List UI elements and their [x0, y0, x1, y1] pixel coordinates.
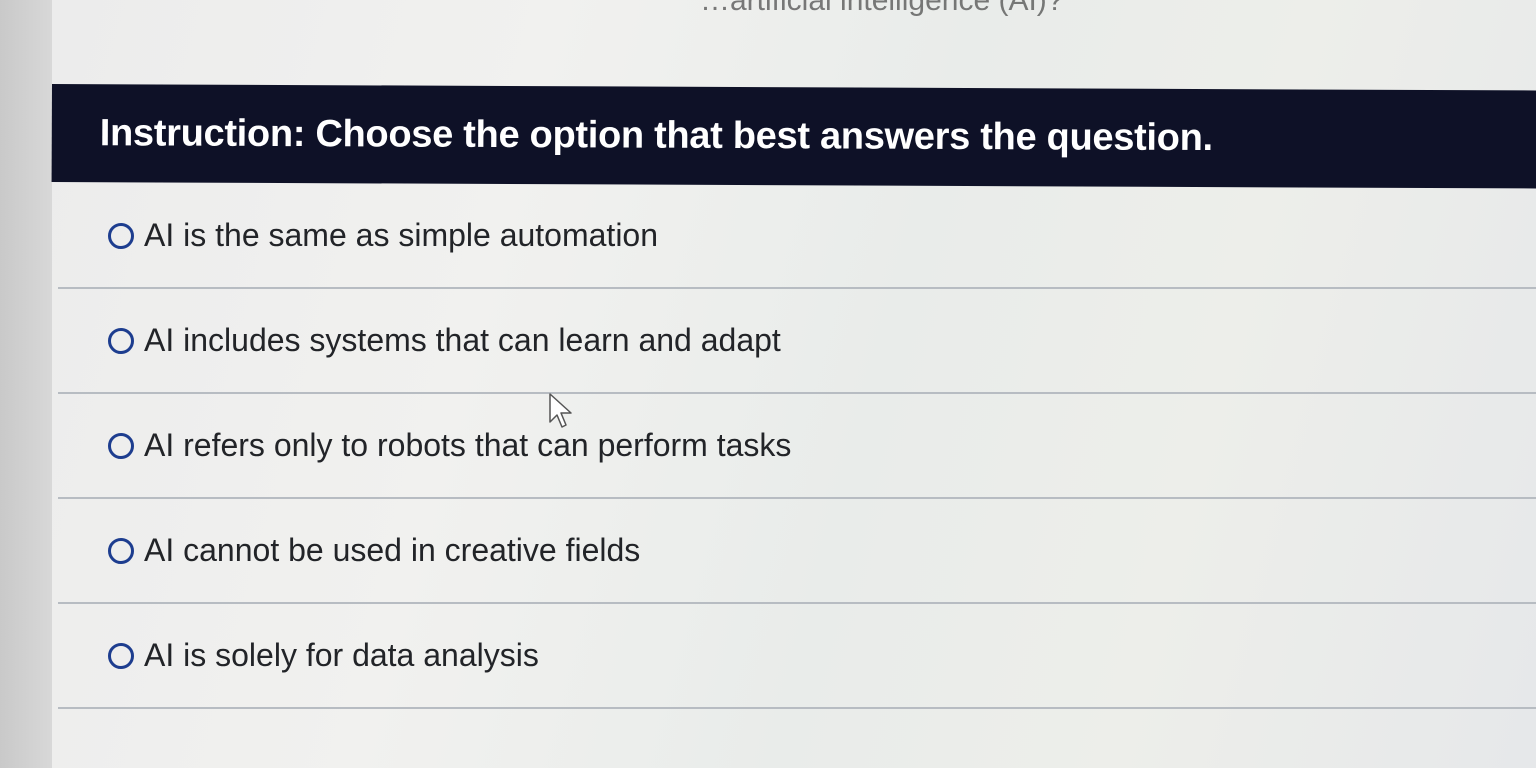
option-1[interactable]: AI is the same as simple automation [58, 184, 1536, 289]
radio-unchecked-icon[interactable] [108, 537, 134, 564]
instruction-text: Instruction: Choose the option that best… [99, 111, 1213, 159]
option-label[interactable]: AI is solely for data analysis [144, 637, 539, 674]
option-label[interactable]: AI includes systems that can learn and a… [144, 322, 781, 359]
left-margin [0, 0, 52, 768]
option-label[interactable]: AI refers only to robots that can perfor… [144, 427, 791, 464]
option-label[interactable]: AI is the same as simple automation [144, 217, 658, 254]
option-3[interactable]: AI refers only to robots that can perfor… [58, 394, 1536, 499]
option-2[interactable]: AI includes systems that can learn and a… [58, 289, 1536, 394]
radio-unchecked-icon[interactable] [108, 327, 134, 354]
radio-unchecked-icon[interactable] [108, 222, 134, 249]
option-5[interactable]: AI is solely for data analysis [58, 604, 1536, 709]
mouse-pointer-icon [549, 393, 572, 428]
quiz-screen: …artificial intelligence (AI)? Instructi… [0, 0, 1536, 768]
radio-unchecked-icon[interactable] [108, 642, 134, 669]
answer-options: AI is the same as simple automation AI i… [58, 184, 1536, 709]
option-label[interactable]: AI cannot be used in creative fields [144, 532, 640, 569]
option-4[interactable]: AI cannot be used in creative fields [58, 499, 1536, 604]
radio-unchecked-icon[interactable] [108, 432, 134, 459]
instruction-bar: Instruction: Choose the option that best… [51, 84, 1536, 189]
question-text-partial: …artificial intelligence (AI)? [700, 0, 1064, 17]
